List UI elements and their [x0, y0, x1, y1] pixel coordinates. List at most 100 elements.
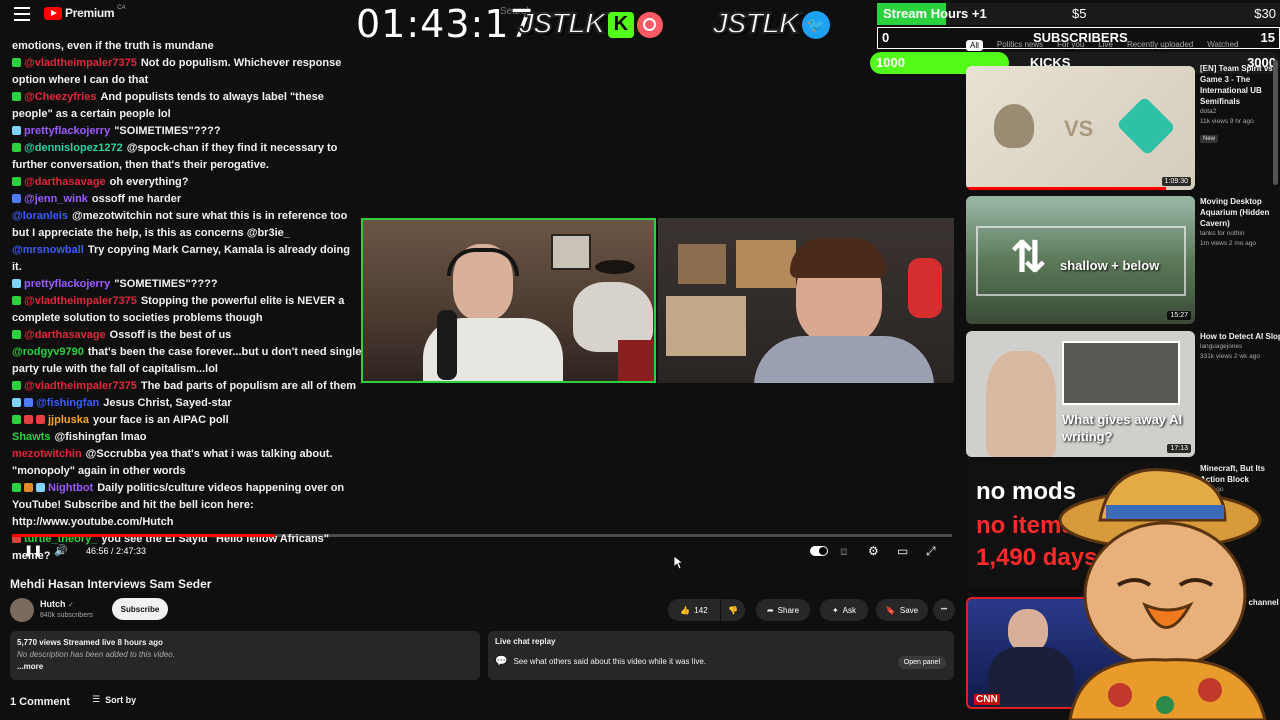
chip-for-you[interactable]: For you: [1057, 40, 1084, 51]
youtube-play-icon: [44, 6, 62, 20]
chat-username[interactable]: Nightbot: [48, 482, 93, 494]
chat-message: @vladtheimpaler7375 Not do populism. Whic…: [12, 55, 362, 89]
chat-badge-icon: [24, 398, 33, 407]
chat-username[interactable]: @darthasavage: [24, 176, 106, 188]
chip-live[interactable]: Live: [1098, 40, 1113, 51]
recommendation-title: How to Detect AI Slop: [1200, 332, 1280, 341]
twitter-brand-overlay: JSTLK 🐦: [711, 7, 830, 41]
chat-text: @fishingfan lmao: [54, 431, 147, 443]
recommendation-thumbnail-1[interactable]: VS 1:09:30: [966, 66, 1195, 190]
chat-username[interactable]: jjpluska: [48, 414, 89, 426]
chat-badge-icon: [36, 415, 45, 424]
chat-text: emotions, even if the truth is mundane: [12, 40, 214, 52]
subscribe-button[interactable]: Subscribe: [112, 598, 168, 620]
captions-icon[interactable]: ⧈: [840, 544, 848, 559]
chip-watched[interactable]: Watched: [1207, 40, 1238, 51]
subscriber-count: 840k subscribers: [40, 612, 93, 619]
channel-avatar[interactable]: [10, 598, 34, 622]
progress-bar[interactable]: [12, 534, 952, 537]
thumb-text: shallow + below: [1060, 258, 1160, 273]
chat-username[interactable]: @jenn_wink: [24, 193, 88, 205]
chat-username[interactable]: @fishingfan: [36, 397, 99, 409]
like-button[interactable]: 👍 142: [668, 599, 720, 621]
new-badge: New: [1200, 135, 1219, 143]
stream-hours-end: $30: [1254, 6, 1276, 21]
chat-badge-icon: [12, 194, 21, 203]
chat-username[interactable]: prettyflackojerry: [24, 125, 110, 137]
recommendation-info-2[interactable]: Moving Desktop Aquarium (Hidden Cavern) …: [1200, 196, 1280, 249]
channel-name-text: Hutch: [40, 599, 66, 609]
chat-username[interactable]: @Cheezyfries: [24, 91, 96, 103]
logo-text: Premium: [65, 6, 115, 20]
pause-icon[interactable]: ❚❚: [24, 544, 42, 557]
save-button[interactable]: 🔖 Save: [876, 599, 928, 621]
chat-message: emotions, even if the truth is mundane: [12, 38, 362, 55]
recommendation-thumbnail-3[interactable]: What gives away AI writing? 17:13: [966, 331, 1195, 457]
chat-message: prettyflackojerry "SOIMETIMES"????: [12, 123, 362, 140]
sort-by-label: Sort by: [105, 694, 137, 705]
mascot-bird-overlay: [1058, 468, 1267, 720]
chat-username[interactable]: @rodgyv9790: [12, 346, 84, 358]
chat-badge-icon: [12, 296, 21, 305]
like-count: 142: [694, 605, 708, 615]
player-controls: ❚❚ 🔊 46:56 / 2:47:33 ⧈ ⚙ ▭ ⤢: [12, 542, 952, 562]
youtube-logo[interactable]: Premium CA: [44, 5, 126, 20]
channel-name[interactable]: Hutch ✓: [40, 599, 74, 609]
bookmark-icon: 🔖: [885, 605, 896, 615]
recommendation-thumbnail-2[interactable]: ⇅ shallow + below 15:27: [966, 196, 1195, 324]
chat-username[interactable]: @vladtheimpaler7375: [24, 295, 137, 307]
video-stats: 5,770 views Streamed live 8 hours ago: [17, 638, 163, 647]
open-panel-button[interactable]: Open panel: [897, 656, 946, 669]
chat-badge-icon: [12, 126, 21, 135]
chip-politics[interactable]: Politics news: [997, 40, 1043, 51]
menu-icon[interactable]: [14, 7, 30, 21]
description-box[interactable]: 5,770 views Streamed live 8 hours ago No…: [10, 631, 480, 680]
webcam-host: [361, 218, 656, 383]
chat-badge-icon: [36, 483, 45, 492]
chat-username[interactable]: @vladtheimpaler7375: [24, 380, 137, 392]
fullscreen-icon[interactable]: ⤢: [926, 544, 936, 559]
chip-recent[interactable]: Recently uploaded: [1127, 40, 1193, 51]
chat-username[interactable]: @darthasavage: [24, 329, 106, 341]
chat-text: Jesus Christ, Sayed-star: [103, 397, 232, 409]
autoplay-toggle[interactable]: [810, 546, 828, 556]
cnn-logo: CNN: [974, 694, 1000, 705]
recommendation-channel: languagejones: [1200, 343, 1243, 350]
settings-icon[interactable]: ⚙: [868, 544, 879, 558]
chat-message: @Cheezyfries And populists tends to alway…: [12, 89, 362, 123]
recommendation-info-3[interactable]: How to Detect AI Slop languagejones 331k…: [1200, 331, 1280, 362]
scrollbar[interactable]: [1273, 60, 1278, 185]
chat-username[interactable]: @vladtheimpaler7375: [24, 57, 137, 69]
chat-message: mezotwitchin @Sccrubba yea that's what i …: [12, 446, 362, 480]
dislike-button[interactable]: 👎: [721, 599, 745, 621]
ask-button[interactable]: ✦ Ask: [820, 599, 868, 621]
time-display: 46:56 / 2:47:33: [86, 546, 147, 556]
description-more-link[interactable]: ...more: [17, 661, 473, 673]
subscribers-end: 15: [1260, 30, 1275, 45]
chat-username[interactable]: @dennislopez1272: [24, 142, 123, 154]
recommendation-channel: dota2: [1200, 108, 1217, 115]
chat-username[interactable]: prettyflackojerry: [24, 278, 110, 290]
more-actions-button[interactable]: •••: [933, 599, 955, 621]
share-button[interactable]: ➦ Share: [756, 599, 810, 621]
chat-badge-icon: [12, 279, 21, 288]
ask-label: Ask: [842, 605, 857, 615]
sort-by-button[interactable]: ☰ Sort by: [92, 694, 136, 705]
recommendation-meta: 331k views 2 wk ago: [1200, 353, 1260, 360]
stream-hours-mid: $5: [1072, 6, 1087, 21]
progress-played: [12, 534, 276, 537]
watched-progress: [966, 187, 1166, 190]
recommendation-title: [EN] Team Spirit vs. Game 3 - The Intern…: [1200, 64, 1275, 106]
recommendation-info-1[interactable]: [EN] Team Spirit vs. Game 3 - The Intern…: [1200, 63, 1280, 145]
stream-hours-bar: Stream Hours +1 $5 $30: [877, 3, 1280, 25]
chip-all[interactable]: All: [966, 40, 983, 51]
team-logo-icon: [1116, 96, 1176, 156]
chat-username[interactable]: mezotwitchin: [12, 448, 82, 460]
chat-username[interactable]: @mrsnowball: [12, 244, 84, 256]
volume-icon[interactable]: 🔊: [54, 544, 68, 557]
chat-message: @jenn_wink ossoff me harder: [12, 191, 362, 208]
chat-username[interactable]: Shawts: [12, 431, 51, 443]
logo-region: CA: [117, 5, 126, 11]
chat-username[interactable]: @loranleis: [12, 210, 68, 222]
theater-mode-icon[interactable]: ▭: [897, 544, 908, 558]
